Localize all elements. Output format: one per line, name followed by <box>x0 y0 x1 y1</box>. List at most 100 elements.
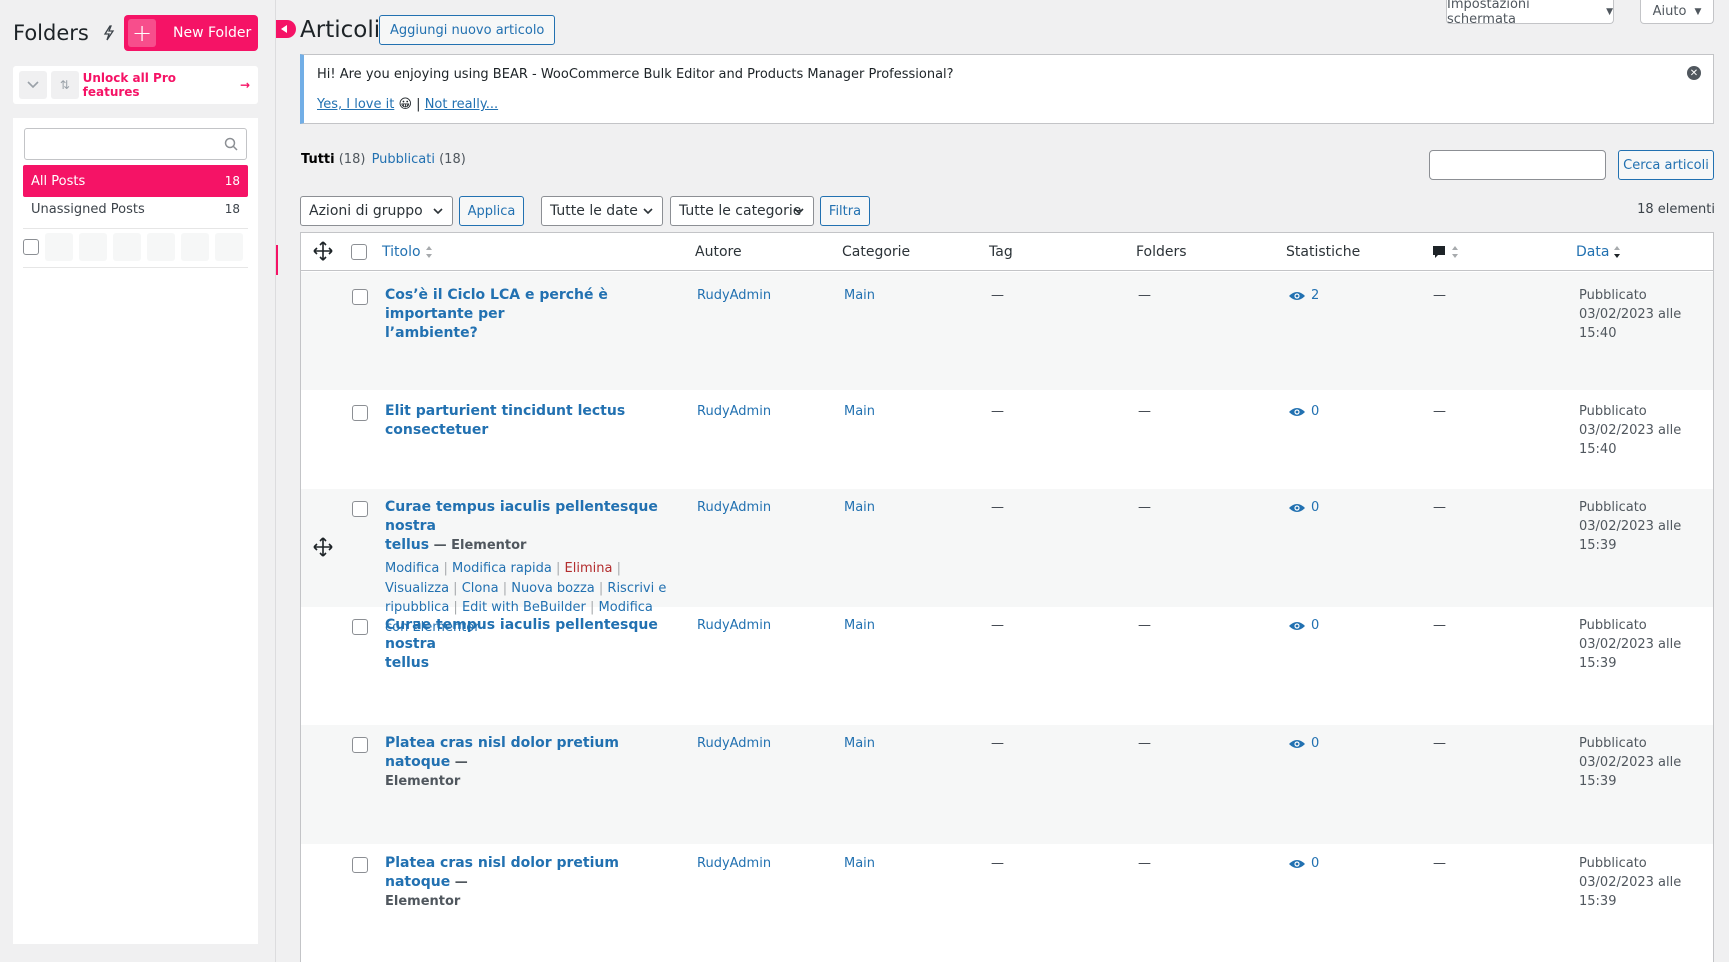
author-link[interactable]: RudyAdmin <box>697 734 771 753</box>
folder-search-input[interactable] <box>24 128 247 160</box>
post-title-link[interactable]: Elit parturient tincidunt lectus consect… <box>385 403 625 438</box>
row-checkbox[interactable] <box>352 289 368 305</box>
new-draft-link[interactable]: Nuova bozza <box>511 581 595 596</box>
post-title-link[interactable]: Curae tempus iaculis pellentesque nostra… <box>385 617 658 671</box>
views-stat[interactable]: 2 <box>1288 286 1319 305</box>
not-really-link[interactable]: Not really... <box>425 97 498 112</box>
drag-handle-icon[interactable] <box>313 537 333 561</box>
unlock-pro-link[interactable]: Unlock all Pro features → <box>83 71 250 99</box>
views-stat[interactable]: 0 <box>1288 616 1319 635</box>
category-link[interactable]: Main <box>844 734 875 753</box>
category-link[interactable]: Main <box>844 498 875 517</box>
category-link[interactable]: Main <box>844 854 875 873</box>
select-all-checkbox[interactable] <box>351 244 367 260</box>
column-title[interactable]: Titolo <box>382 244 433 260</box>
folder-list-card: All Posts 18 Unassigned Posts 18 <box>13 118 258 944</box>
post-status: Pubblicato <box>1579 856 1647 871</box>
folder-item-unassigned[interactable]: Unassigned Posts 18 <box>23 193 248 225</box>
post-title-link[interactable]: Cos’è il Ciclo LCA e perché è importante… <box>385 287 608 341</box>
bulk-actions-select[interactable]: Azioni di gruppo <box>300 196 453 226</box>
collapse-panel-button[interactable] <box>276 20 296 38</box>
add-new-post-button[interactable]: Aggiungi nuovo articolo <box>379 15 556 45</box>
post-title-link[interactable]: Platea cras nisl dolor pretium natoque <box>385 735 619 770</box>
post-state-line2: Elementor <box>385 774 461 789</box>
views-count: 2 <box>1311 288 1320 303</box>
collapse-all-button[interactable] <box>19 71 47 99</box>
table-row: Platea cras nisl dolor pretium natoque —… <box>301 844 1713 962</box>
comment-icon <box>1433 246 1445 258</box>
category-link[interactable]: Main <box>844 286 875 305</box>
caret-down-icon: ▼ <box>1694 6 1702 17</box>
copy-icon[interactable] <box>113 233 141 261</box>
views-stat[interactable]: 0 <box>1288 854 1319 873</box>
eye-icon <box>1289 859 1305 868</box>
author-link[interactable]: RudyAdmin <box>697 402 771 421</box>
author-link[interactable]: RudyAdmin <box>697 854 771 873</box>
date-cell: Pubblicato 03/02/2023 alle 15:39 <box>1579 854 1713 911</box>
post-date: 03/02/2023 alle 15:39 <box>1579 755 1682 789</box>
comments-value: — <box>1433 736 1446 751</box>
row-checkbox[interactable] <box>352 737 368 753</box>
row-checkbox[interactable] <box>352 619 368 635</box>
date-cell: Pubblicato 03/02/2023 alle 15:40 <box>1579 402 1713 459</box>
trash-icon[interactable] <box>215 233 243 261</box>
post-status-views: Tutti (18) Pubblicati (18) <box>301 152 466 167</box>
category-link[interactable]: Main <box>844 402 875 421</box>
view-link[interactable]: Visualizza <box>385 581 449 596</box>
author-link[interactable]: RudyAdmin <box>697 286 771 305</box>
column-date[interactable]: Data <box>1576 244 1621 260</box>
pro-toolbar: ⇅ Unlock all Pro features → <box>13 66 258 104</box>
cloud-icon[interactable] <box>45 233 73 261</box>
row-checkbox[interactable] <box>352 405 368 421</box>
views-stat[interactable]: 0 <box>1288 402 1319 421</box>
resize-handle[interactable] <box>276 245 278 275</box>
views-stat[interactable]: 0 <box>1288 734 1319 753</box>
select-all-folders-checkbox[interactable] <box>23 239 39 255</box>
separator: | <box>416 97 421 112</box>
quick-edit-link[interactable]: Modifica rapida <box>452 561 552 576</box>
folders-title: Folders <box>13 21 89 45</box>
trash-link[interactable]: Elimina <box>565 561 613 576</box>
lock-icon[interactable] <box>181 233 209 261</box>
category-filter-select[interactable]: Tutte le categorie <box>670 196 814 226</box>
folders-value: — <box>1138 500 1151 515</box>
date-filter-select[interactable]: Tutte le date <box>541 196 663 226</box>
bolt-icon[interactable] <box>103 24 117 42</box>
new-folder-button[interactable]: + New Folder <box>124 15 258 51</box>
filter-button[interactable]: Filtra <box>820 196 870 226</box>
column-comments[interactable] <box>1431 244 1459 260</box>
row-checkbox[interactable] <box>352 501 368 517</box>
screen-options-label: Impostazioni schermata <box>1447 0 1530 27</box>
sort-button[interactable]: ⇅ <box>50 71 79 99</box>
view-published-link[interactable]: Pubblicati <box>372 152 435 167</box>
apply-button[interactable]: Applica <box>459 196 524 226</box>
post-date: 03/02/2023 alle 15:39 <box>1579 875 1682 909</box>
views-count: 0 <box>1311 618 1320 633</box>
clone-link[interactable]: Clona <box>462 581 499 596</box>
paste-icon[interactable] <box>147 233 175 261</box>
yes-love-it-link[interactable]: Yes, I love it <box>317 97 394 112</box>
edit-link[interactable]: Modifica <box>385 561 439 576</box>
views-stat[interactable]: 0 <box>1288 498 1319 517</box>
column-tags: Tag <box>989 244 1013 260</box>
screen-options-button[interactable]: Impostazioni schermata ▼ <box>1446 0 1614 27</box>
close-icon[interactable]: ✕ <box>1687 66 1701 80</box>
sort-desc-icon <box>1614 246 1621 258</box>
help-button[interactable]: Aiuto ▼ <box>1640 0 1714 24</box>
chevron-down-icon <box>27 81 39 89</box>
search-posts-button[interactable]: Cerca articoli <box>1618 150 1714 180</box>
items-count: 18 elementi <box>1637 202 1715 217</box>
move-icon[interactable] <box>313 241 333 261</box>
view-published-count: (18) <box>439 152 466 167</box>
author-link[interactable]: RudyAdmin <box>697 498 771 517</box>
eye-icon <box>1289 739 1305 748</box>
post-search-input[interactable] <box>1429 150 1606 180</box>
category-link[interactable]: Main <box>844 616 875 635</box>
author-link[interactable]: RudyAdmin <box>697 616 771 635</box>
view-all-link[interactable]: Tutti <box>301 152 335 167</box>
row-checkbox[interactable] <box>352 857 368 873</box>
post-title-link[interactable]: Platea cras nisl dolor pretium natoque <box>385 855 619 890</box>
cut-icon[interactable] <box>79 233 107 261</box>
folders-value: — <box>1138 618 1151 633</box>
post-date: 03/02/2023 alle 15:40 <box>1579 423 1682 457</box>
